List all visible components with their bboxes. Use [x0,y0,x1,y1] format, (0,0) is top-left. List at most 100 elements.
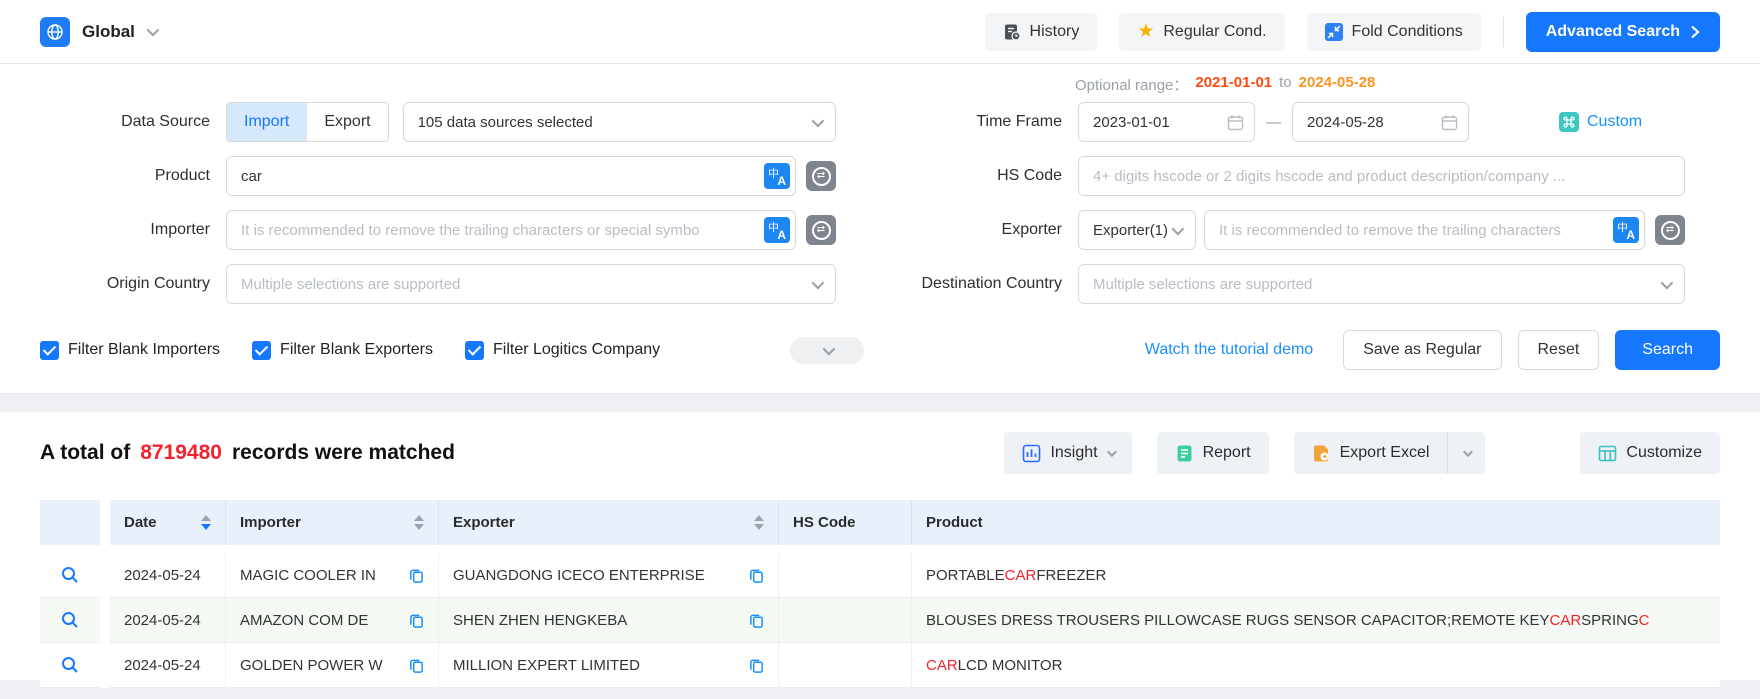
origin-country-label: Origin Country [40,275,210,293]
row-exporter[interactable]: MILLION EXPERT LIMITED [439,643,779,688]
insight-icon [1022,444,1041,463]
product-input[interactable] [226,156,796,196]
magnifier-icon [60,655,80,675]
translate-icon[interactable]: 中A [764,163,790,189]
region-selector[interactable]: Global [40,17,156,47]
header-exporter[interactable]: Exporter [439,500,779,545]
table-header-row: Date Importer Exporter HS Code Product [40,500,1720,545]
chevron-down-icon [1172,222,1185,235]
sort-icon[interactable] [414,515,424,530]
results-section: A total of 8719480 records were matched … [0,412,1760,680]
destination-country-placeholder: Multiple selections are supported [1093,276,1312,293]
destination-country-select[interactable]: Multiple selections are supported [1078,264,1685,304]
regular-cond-button[interactable]: ★ Regular Cond. [1119,13,1284,51]
header-importer-label: Importer [240,514,301,531]
save-as-regular-button[interactable]: Save as Regular [1343,330,1501,370]
command-icon [1559,112,1579,132]
optional-range-from: 2021-01-01 [1195,74,1272,95]
history-icon [1003,23,1021,41]
export-options-button[interactable] [1447,432,1485,474]
chevron-down-icon [1463,447,1473,457]
copy-importer-button[interactable] [409,568,424,583]
match-mode-icon[interactable]: ⇄ [1655,215,1685,245]
copy-icon [749,658,764,673]
header-date[interactable]: Date [110,500,226,545]
copy-icon [749,568,764,583]
sort-icon[interactable] [754,515,764,530]
search-button[interactable]: Search [1615,330,1720,370]
destination-country-label: Destination Country [880,275,1062,293]
fold-conditions-button[interactable]: Fold Conditions [1307,13,1481,51]
customize-button[interactable]: Customize [1580,432,1720,474]
copy-exporter-button[interactable] [749,613,764,628]
filter-blank-importers-checkbox[interactable]: Filter Blank Importers [40,341,220,360]
expand-conditions-button[interactable] [790,337,864,364]
regular-cond-label: Regular Cond. [1163,23,1266,41]
row-detail-button[interactable] [40,553,100,598]
importer-input[interactable] [226,210,796,250]
filter-logistics-company-label: Filter Logitics Company [493,341,660,359]
hs-code-input[interactable] [1078,156,1685,196]
report-icon [1175,444,1194,463]
tutorial-link[interactable]: Watch the tutorial demo [1145,341,1313,359]
row-importer[interactable]: MAGIC COOLER IN [226,553,439,598]
chevron-down-icon [812,114,825,127]
origin-country-select[interactable]: Multiple selections are supported [226,264,836,304]
report-button[interactable]: Report [1157,432,1269,474]
copy-exporter-button[interactable] [749,658,764,673]
copy-importer-button[interactable] [409,613,424,628]
start-date-value: 2023-01-01 [1093,114,1170,131]
data-sources-select[interactable]: 105 data sources selected [403,102,836,142]
row-detail-button[interactable] [40,598,100,643]
fold-conditions-label: Fold Conditions [1352,23,1463,41]
copy-importer-button[interactable] [409,658,424,673]
row-product: PORTABLE CAR FREEZER [912,553,1720,598]
export-excel-split-button: Export Excel [1294,432,1486,474]
match-mode-icon[interactable]: ⇄ [806,215,836,245]
header-exporter-label: Exporter [453,514,515,531]
export-toggle[interactable]: Export [306,103,387,141]
column-gap [100,500,110,545]
optional-range-to-word: to [1279,74,1292,95]
match-mode-icon[interactable]: ⇄ [806,161,836,191]
exporter-type-select[interactable]: Exporter(1) [1078,210,1196,250]
chevron-down-icon [812,276,825,289]
row-detail-button[interactable] [40,643,100,688]
exporter-type-value: Exporter(1) [1093,222,1168,239]
sort-icon[interactable] [201,515,211,530]
insight-button[interactable]: Insight [1004,432,1131,474]
custom-range-link[interactable]: Custom [1559,112,1642,132]
checkbox-checked-icon [465,341,484,360]
end-date-input[interactable]: 2024-05-28 [1292,102,1469,142]
history-button[interactable]: History [985,13,1098,51]
row-importer[interactable]: GOLDEN POWER W [226,643,439,688]
magnifier-icon [60,610,80,630]
end-date-value: 2024-05-28 [1307,114,1384,131]
row-exporter[interactable]: GUANGDONG ICECO ENTERPRISE [439,553,779,598]
translate-icon[interactable]: 中A [764,217,790,243]
start-date-input[interactable]: 2023-01-01 [1078,102,1255,142]
row-exporter[interactable]: SHEN ZHEN HENGKEBA [439,598,779,643]
filter-logistics-company-checkbox[interactable]: Filter Logitics Company [465,341,660,360]
header-date-label: Date [124,514,157,531]
header-search-column [40,500,100,545]
copy-icon [409,568,424,583]
row-date: 2024-05-24 [110,553,226,598]
advanced-search-button[interactable]: Advanced Search [1526,12,1720,52]
filter-blank-importers-label: Filter Blank Importers [68,341,220,359]
export-excel-button[interactable]: Export Excel [1294,432,1448,474]
table-row: 2024-05-24GOLDEN POWER WMILLION EXPERT L… [40,643,1720,688]
copy-exporter-button[interactable] [749,568,764,583]
row-importer[interactable]: AMAZON COM DE [226,598,439,643]
optional-range-label: Optional range： [1075,74,1188,95]
translate-icon[interactable]: 中A [1613,217,1639,243]
exporter-input[interactable] [1204,210,1645,250]
reset-button[interactable]: Reset [1518,330,1600,370]
export-excel-label: Export Excel [1340,444,1430,462]
hs-code-label: HS Code [880,167,1062,185]
import-toggle[interactable]: Import [227,103,306,141]
header-importer[interactable]: Importer [226,500,439,545]
filter-blank-exporters-checkbox[interactable]: Filter Blank Exporters [252,341,433,360]
calendar-icon [1441,114,1458,131]
origin-country-placeholder: Multiple selections are supported [241,276,460,293]
